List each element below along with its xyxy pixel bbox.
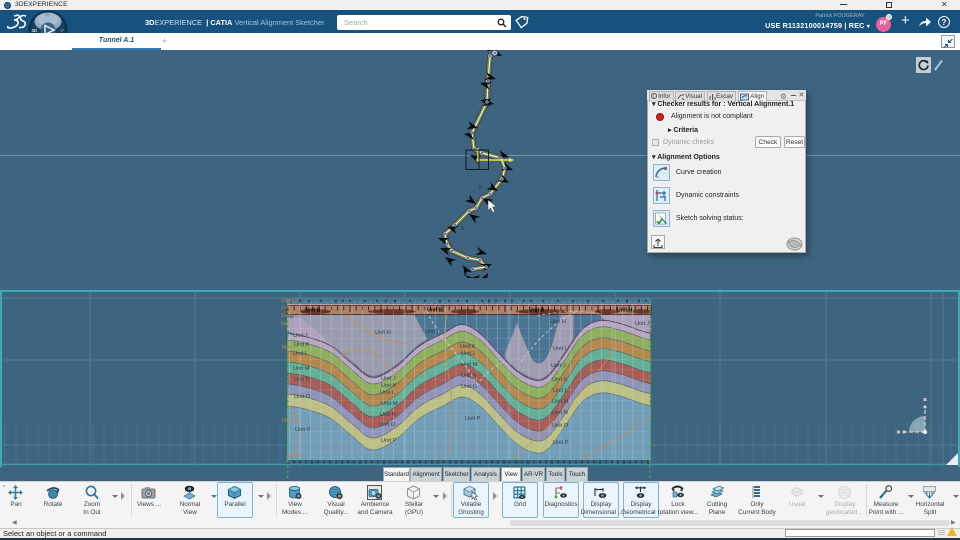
svg-text:Unit L: Unit L <box>425 329 440 335</box>
svg-text:R: R <box>477 246 481 252</box>
svg-text:Unit M: Unit M <box>461 362 478 368</box>
svg-text:Roof 2: Roof 2 <box>282 418 298 424</box>
svg-text:Unit L: Unit L <box>293 351 308 357</box>
svg-text:Unit P: Unit P <box>553 440 569 446</box>
svg-text:Unit K: Unit K <box>294 342 310 348</box>
svg-text:Unit B: Unit B <box>529 308 545 314</box>
svg-text:Unit K: Unit K <box>552 377 568 383</box>
svg-text:Unit K: Unit K <box>381 383 397 389</box>
svg-text:R: R <box>479 185 483 191</box>
svg-text:R: R <box>461 226 465 232</box>
svg-text:cos: cos <box>281 305 290 311</box>
svg-text:Unit M: Unit M <box>552 399 569 405</box>
svg-text:Unit M: Unit M <box>293 366 310 372</box>
svg-text:Unit N: Unit N <box>552 410 568 416</box>
svg-text:Unit N: Unit N <box>461 373 477 379</box>
svg-text:Unit H: Unit H <box>375 330 391 336</box>
svg-text:Unit J: Unit J <box>381 376 396 382</box>
svg-text:Unit O: Unit O <box>552 423 569 429</box>
svg-text:Roof: Roof <box>282 345 294 351</box>
svg-text:Fr: Fr <box>46 13 51 18</box>
svg-text:Zone: Zone <box>281 313 293 319</box>
svg-text:Unit J: Unit J <box>551 363 566 369</box>
svg-text:Unit B: Unit B <box>427 308 443 314</box>
svg-text:R: R <box>487 103 491 109</box>
svg-text:Unit N: Unit N <box>294 377 310 383</box>
svg-text:Unit P: Unit P <box>295 427 311 433</box>
svg-text:Unit J: Unit J <box>635 321 650 327</box>
svg-text:Unit P: Unit P <box>381 438 397 444</box>
svg-text:Unit M: Unit M <box>381 401 398 407</box>
svg-text:Unit O: Unit O <box>294 394 311 400</box>
svg-text:faul: faul <box>281 321 290 327</box>
svg-text:Zone 2: Zone 2 <box>281 298 298 304</box>
svg-text:Unit K: Unit K <box>460 344 476 350</box>
svg-text:Unit H: Unit H <box>617 308 633 314</box>
svg-text:Unit O: Unit O <box>379 422 396 428</box>
svg-text:Unit B: Unit B <box>305 308 321 314</box>
svg-text:Unit H: Unit H <box>550 319 566 325</box>
svg-text:Unit J: Unit J <box>293 333 308 339</box>
svg-text:Unit I: Unit I <box>553 346 567 352</box>
svg-text:Unit L: Unit L <box>380 390 395 396</box>
svg-text:Unit P: Unit P <box>465 416 481 422</box>
svg-text:Unit L: Unit L <box>553 388 568 394</box>
svg-text:Unit L: Unit L <box>461 351 476 357</box>
svg-text:Unit N: Unit N <box>380 412 396 418</box>
svg-text:Unit O: Unit O <box>461 384 478 390</box>
svg-text:Zone C: Zone C <box>286 453 304 459</box>
